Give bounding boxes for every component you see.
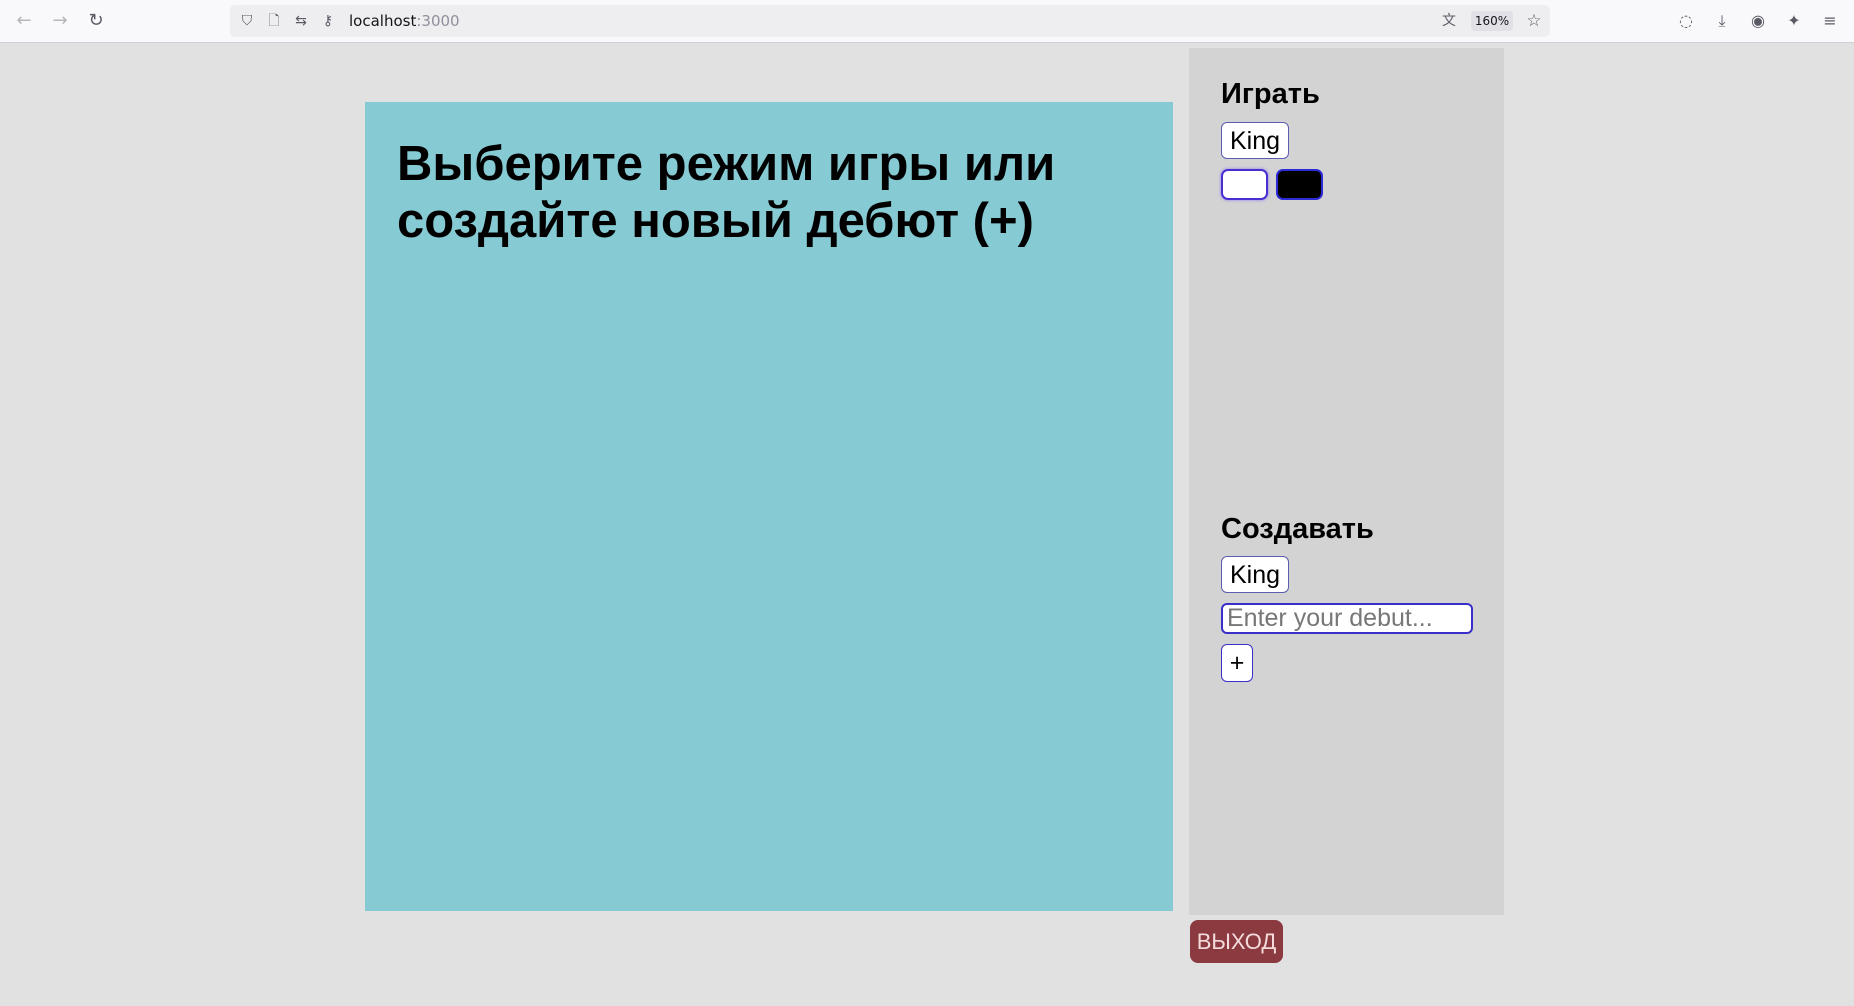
url-host: localhost [349,12,417,30]
page-icon[interactable]: 🗋 [264,11,284,31]
white-color-button[interactable] [1221,169,1268,200]
permissions-icon[interactable]: ⇆ [291,11,311,31]
board-heading: Выберите режим игры или создайте новый д… [397,137,1056,248]
forward-icon[interactable]: → [46,9,74,33]
back-icon[interactable]: ← [10,9,38,33]
account-icon[interactable]: ◉ [1744,9,1772,33]
shield-icon[interactable]: ⛉ [237,11,257,31]
side-panel: Играть King Создавать King + [1189,48,1504,915]
play-title: Играть [1221,78,1320,110]
key-icon[interactable]: ⚷ [318,11,338,31]
reload-icon[interactable]: ↻ [82,9,110,33]
add-debut-button[interactable]: + [1221,644,1253,682]
exit-button[interactable]: ВЫХОД [1190,920,1283,963]
play-piece-select[interactable]: King [1221,122,1290,159]
zoom-level[interactable]: 160% [1471,11,1513,31]
downloads-icon[interactable]: ⤓ [1708,9,1736,33]
url-text[interactable]: localhost:3000 [349,12,460,30]
url-port: :3000 [416,12,460,30]
black-color-button[interactable] [1276,169,1323,200]
translate-icon[interactable]: 文 [1439,11,1459,31]
menu-icon[interactable]: ≡ [1816,9,1844,33]
bookmark-star-icon[interactable]: ☆ [1524,11,1544,31]
game-board[interactable]: Выберите режим игры или создайте новый д… [365,102,1173,911]
extensions-icon[interactable]: ✦ [1780,9,1808,33]
address-bar[interactable]: ⛉ 🗋 ⇆ ⚷ localhost:3000 文 160% ☆ [230,5,1550,37]
create-title: Создавать [1221,513,1374,545]
debut-input[interactable] [1221,603,1473,634]
pocket-icon[interactable]: ◌ [1672,9,1700,33]
browser-toolbar: ← → ↻ ⛉ 🗋 ⇆ ⚷ localhost:3000 文 160% ☆ ◌ … [0,0,1854,43]
create-piece-select[interactable]: King [1221,556,1290,593]
